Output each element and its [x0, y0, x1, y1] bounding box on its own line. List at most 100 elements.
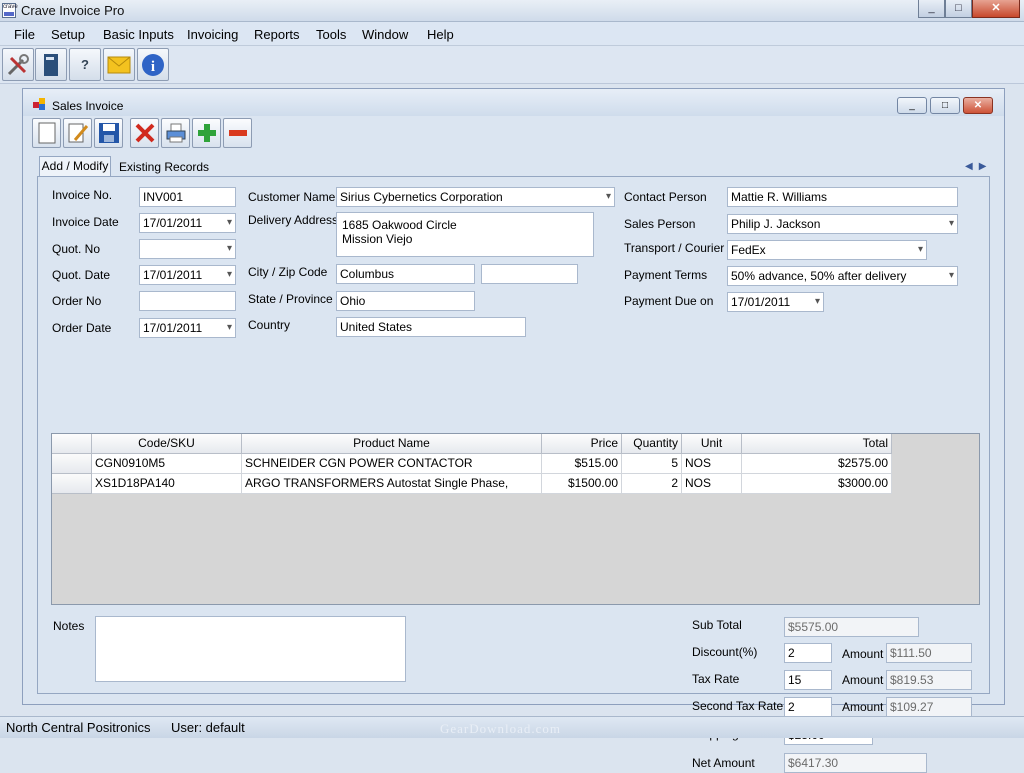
menu-window[interactable]: Window	[362, 27, 408, 42]
menu-basic-inputs[interactable]: Basic Inputs	[103, 27, 174, 42]
help-icon[interactable]: ?	[69, 48, 101, 81]
table-cell[interactable]: $1500.00	[542, 474, 622, 494]
tax-amount-field: $819.53	[886, 670, 972, 690]
customer-name-label: Customer Name	[248, 190, 336, 204]
table-cell[interactable]: SCHNEIDER CGN POWER CONTACTOR	[242, 454, 542, 474]
child-close-button[interactable]: ✕	[963, 97, 993, 114]
minimize-button[interactable]: _	[918, 0, 945, 18]
delete-icon[interactable]	[130, 118, 159, 148]
invoice-form-panel: Invoice No. INV001 Invoice Date 17/01/20…	[37, 176, 990, 773]
edit-icon[interactable]	[63, 118, 92, 148]
col-header-total[interactable]: Total	[742, 434, 892, 454]
window-icon	[33, 98, 45, 110]
grid-corner	[52, 434, 92, 454]
child-maximize-button[interactable]: □	[930, 97, 960, 114]
order-date-picker[interactable]: 17/01/2011	[139, 318, 236, 338]
table-cell[interactable]: $3000.00	[742, 474, 892, 494]
zip-field[interactable]	[481, 264, 578, 284]
table-cell[interactable]: CGN0910M5	[92, 454, 242, 474]
second-tax-label: Second Tax Rate	[692, 699, 784, 713]
invoice-date-picker[interactable]: 17/01/2011	[139, 213, 236, 233]
table-cell[interactable]: NOS	[682, 474, 742, 494]
notes-field[interactable]	[95, 616, 406, 682]
add-icon[interactable]	[192, 118, 221, 148]
sales-invoice-window: Sales Invoice _ □ ✕ Add / Modify Existin…	[22, 88, 1005, 773]
sub-total-label: Sub Total	[692, 618, 742, 632]
payment-terms-label: Payment Terms	[624, 268, 708, 282]
state-field[interactable]: Ohio	[336, 291, 475, 311]
address-line-1: 1685 Oakwood Circle	[342, 218, 457, 232]
tab-scroll-arrows[interactable]: ◀▶	[965, 161, 992, 172]
table-cell[interactable]: 2	[622, 474, 682, 494]
tax-rate-label: Tax Rate	[692, 672, 740, 686]
delivery-address-field[interactable]: 1685 Oakwood Circle Mission Viejo	[336, 212, 594, 257]
tab-existing-records[interactable]: Existing Records	[119, 160, 209, 174]
close-button[interactable]: ✕	[972, 0, 1020, 18]
mail-icon[interactable]	[103, 48, 135, 81]
app-icon: crave	[2, 3, 18, 18]
title-bar: crave Crave Invoice Pro _ □ ✕	[0, 0, 1024, 22]
invoice-date-label: Invoice Date	[52, 215, 119, 229]
row-header[interactable]	[52, 474, 92, 494]
menu-file[interactable]: File	[14, 27, 35, 42]
row-header[interactable]	[52, 454, 92, 474]
table-cell[interactable]: $2575.00	[742, 454, 892, 474]
print-icon[interactable]	[161, 118, 190, 148]
menu-reports[interactable]: Reports	[254, 27, 300, 42]
quot-no-label: Quot. No	[52, 242, 101, 256]
country-field[interactable]: United States	[336, 317, 526, 337]
notes-label: Notes	[53, 619, 85, 633]
tab-right-icon[interactable]: ▶	[979, 161, 993, 172]
order-no-field[interactable]	[139, 291, 236, 311]
col-header-product[interactable]: Product Name	[242, 434, 542, 454]
contact-person-field[interactable]: Mattie R. Williams	[727, 187, 958, 207]
menu-tools[interactable]: Tools	[316, 27, 346, 42]
discount-label: Discount(%)	[692, 645, 758, 659]
col-header-price[interactable]: Price	[542, 434, 622, 454]
status-bar: North Central Positronics User: default …	[0, 716, 1024, 738]
menu-setup[interactable]: Setup	[51, 27, 85, 42]
line-items-grid[interactable]: Code/SKU Product Name Price Quantity Uni…	[51, 433, 980, 605]
second-tax-amount-field: $109.27	[886, 697, 972, 717]
invoice-no-field[interactable]: INV001	[139, 187, 236, 207]
table-cell[interactable]: $515.00	[542, 454, 622, 474]
tax-rate-field[interactable]: 15	[784, 670, 832, 690]
table-cell[interactable]: NOS	[682, 454, 742, 474]
discount-field[interactable]: 2	[784, 643, 832, 663]
tab-add-modify[interactable]: Add / Modify	[39, 156, 111, 177]
second-tax-field[interactable]: 2	[784, 697, 832, 717]
tax-amount-label: Amount	[842, 673, 884, 687]
invoice-no-label: Invoice No.	[52, 188, 113, 202]
table-cell[interactable]: ARGO TRANSFORMERS Autostat Single Phase,	[242, 474, 542, 494]
payment-terms-select[interactable]: 50% advance, 50% after delivery	[727, 266, 958, 286]
quot-date-picker[interactable]: 17/01/2011	[139, 265, 236, 285]
tools-icon[interactable]	[2, 48, 34, 81]
menu-invoicing[interactable]: Invoicing	[187, 27, 238, 42]
remove-icon[interactable]	[223, 118, 252, 148]
status-company: North Central Positronics	[6, 720, 151, 735]
maximize-button[interactable]: □	[945, 0, 972, 18]
child-minimize-button[interactable]: _	[897, 97, 927, 114]
col-header-sku[interactable]: Code/SKU	[92, 434, 242, 454]
city-field[interactable]: Columbus	[336, 264, 475, 284]
customer-name-select[interactable]: Sirius Cybernetics Corporation	[336, 187, 615, 207]
quot-date-label: Quot. Date	[52, 268, 111, 282]
col-header-quantity[interactable]: Quantity	[622, 434, 682, 454]
sales-person-label: Sales Person	[624, 217, 696, 231]
quot-no-select[interactable]	[139, 239, 236, 259]
tab-left-icon[interactable]: ◀	[965, 161, 979, 172]
table-cell[interactable]: 5	[622, 454, 682, 474]
col-header-unit[interactable]: Unit	[682, 434, 742, 454]
book-icon[interactable]	[35, 48, 67, 81]
menu-help[interactable]: Help	[427, 27, 454, 42]
save-icon[interactable]	[94, 118, 123, 148]
contact-person-label: Contact Person	[624, 190, 707, 204]
transport-label: Transport / Courier	[624, 241, 725, 255]
sales-person-select[interactable]: Philip J. Jackson	[727, 214, 958, 234]
info-icon[interactable]: i	[137, 48, 169, 81]
child-title: Sales Invoice	[52, 99, 124, 113]
table-cell[interactable]: XS1D18PA140	[92, 474, 242, 494]
new-icon[interactable]	[32, 118, 61, 148]
payment-due-picker[interactable]: 17/01/2011	[727, 292, 824, 312]
transport-select[interactable]: FedEx	[727, 240, 927, 260]
